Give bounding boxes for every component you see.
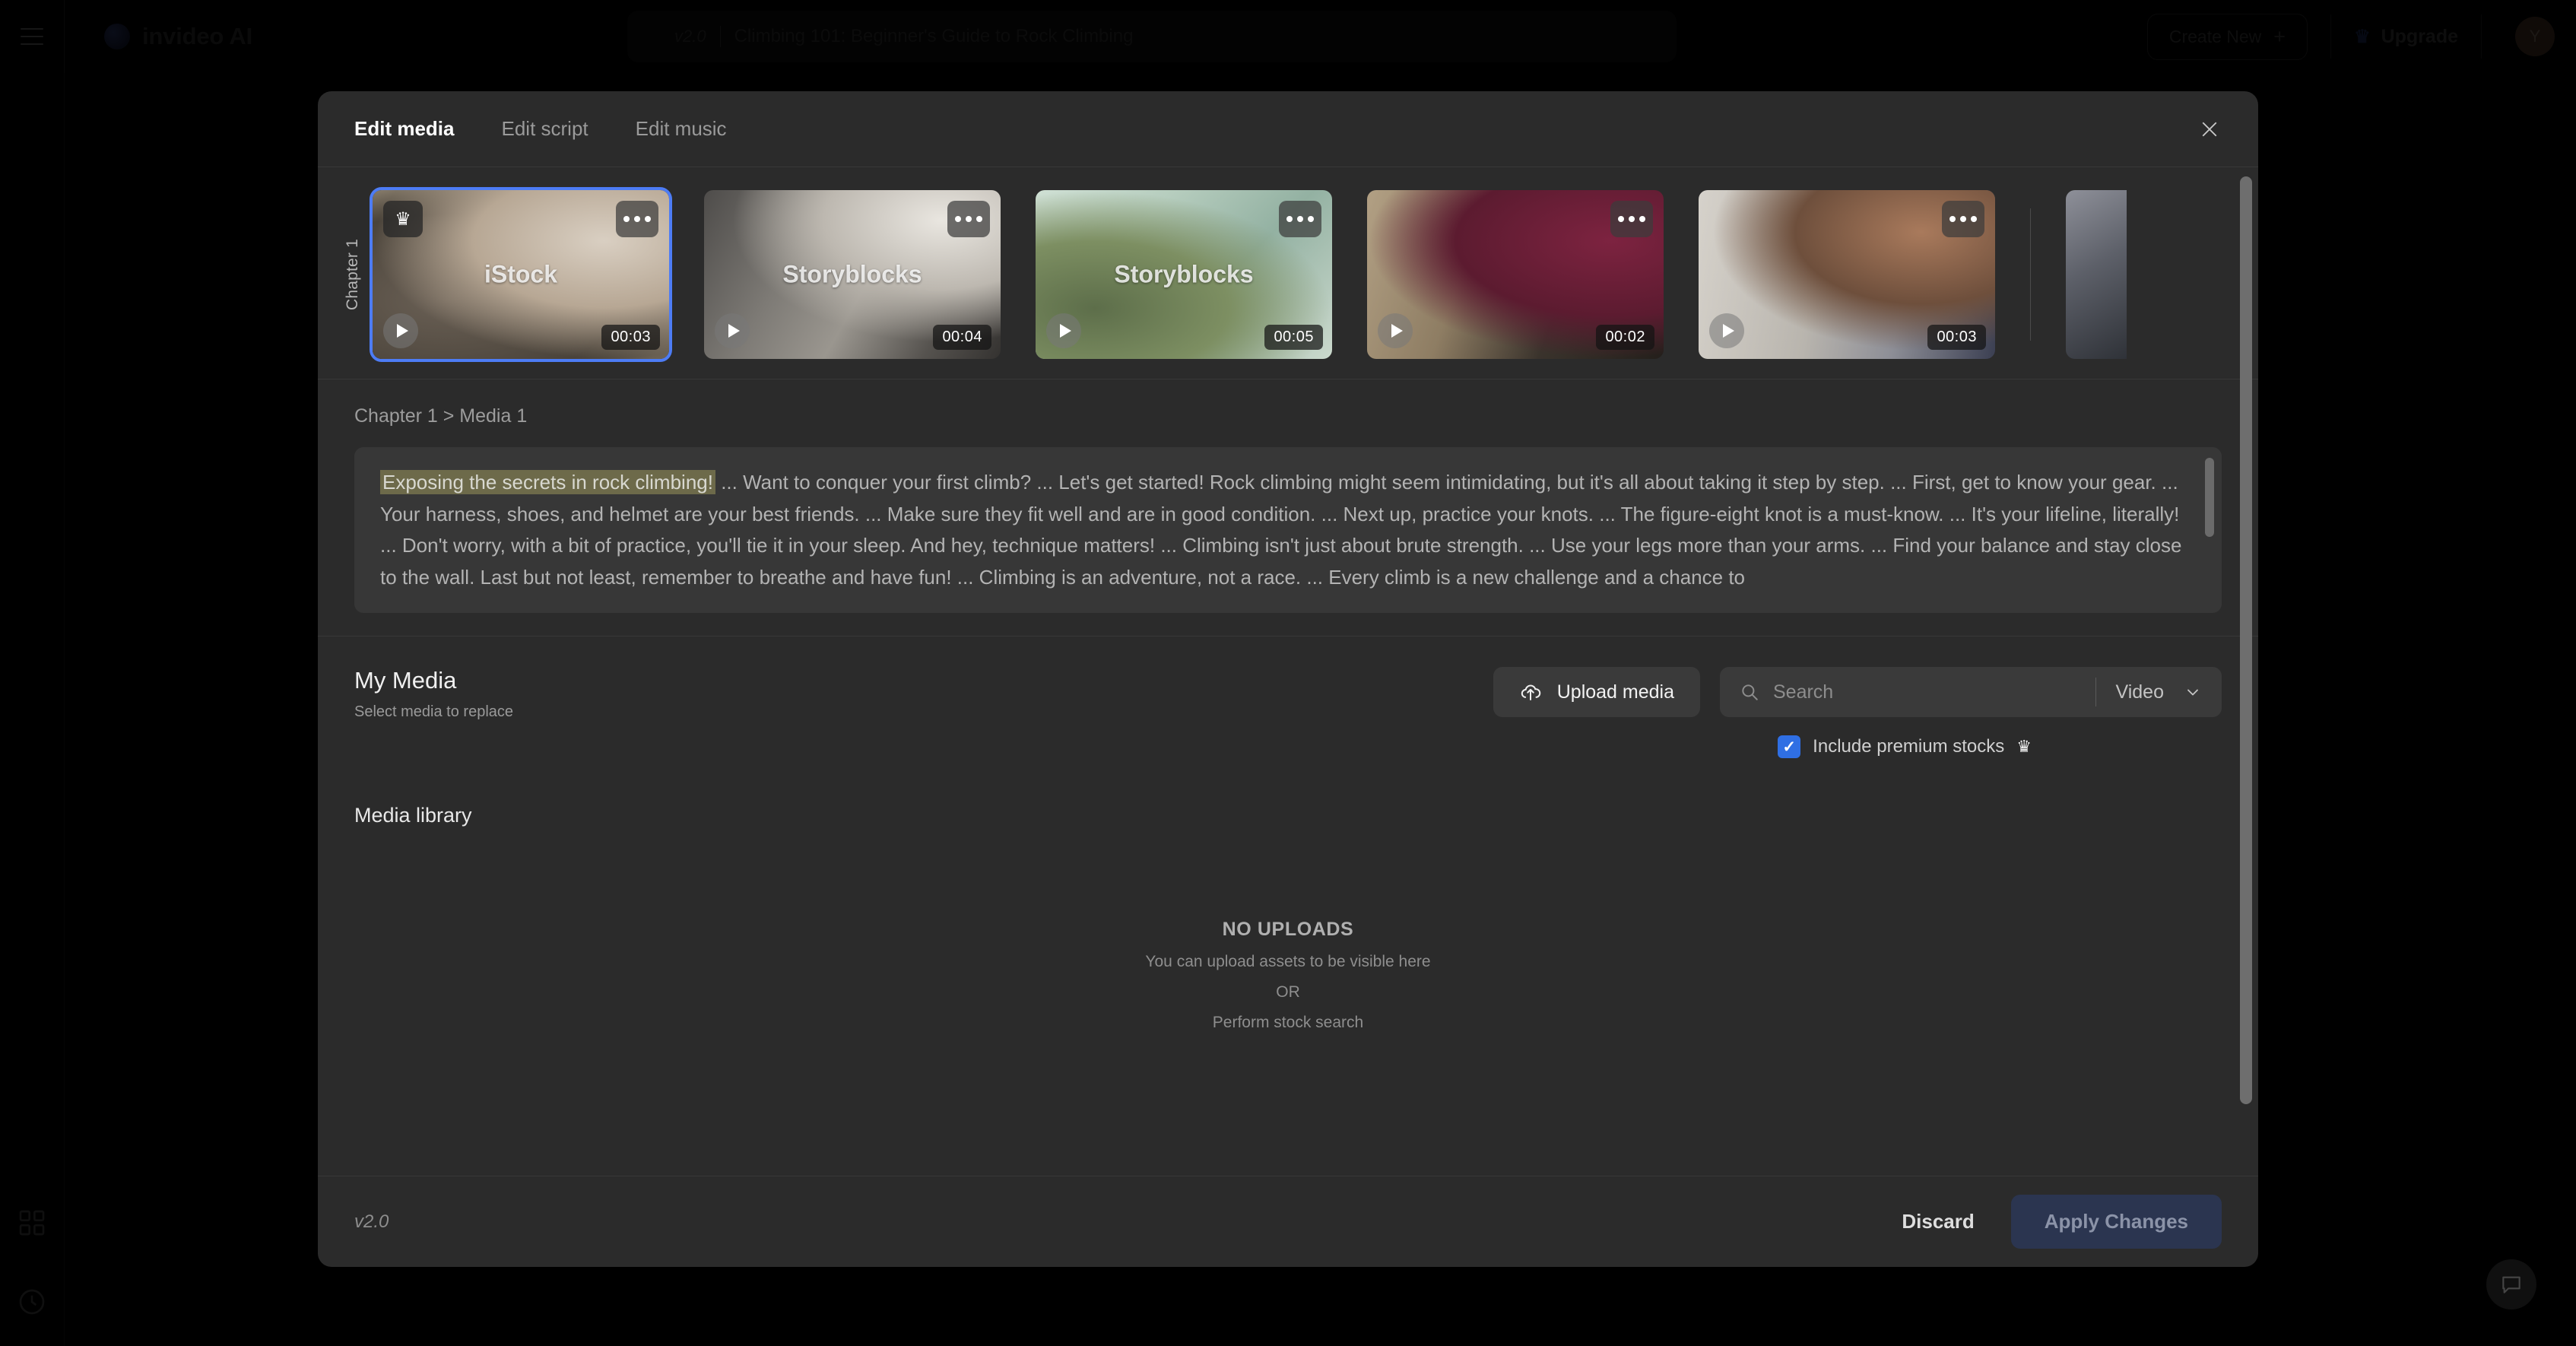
play-icon[interactable]	[715, 313, 750, 348]
tab-edit-media[interactable]: Edit media	[354, 117, 454, 141]
search-icon	[1742, 684, 1758, 700]
duration-badge: 00:05	[1264, 325, 1323, 350]
search-placeholder: Search	[1773, 681, 1834, 703]
empty-state: NO UPLOADS You can upload assets to be v…	[354, 919, 2222, 1032]
cloud-upload-icon	[1521, 684, 1540, 700]
close-icon	[2202, 122, 2217, 136]
media-thumbnail[interactable]: 00:03	[1699, 190, 1995, 359]
modal-header: Edit media Edit script Edit music	[318, 91, 2258, 167]
page-subtitle: Select media to replace	[354, 703, 514, 720]
media-controls-row: Upload media Search Video	[1493, 667, 2222, 717]
premium-checkbox[interactable]	[1778, 735, 1801, 758]
modal-footer: v2.0 Discard Apply Changes	[318, 1176, 2258, 1267]
modal-scroll-area: Chapter 1 ♛ iStock 00:03 Storyblocks 00:…	[318, 167, 2258, 1176]
search-bar: Search Video	[1720, 667, 2222, 717]
empty-state-title: NO UPLOADS	[1222, 919, 1354, 940]
thumbnail-image	[2066, 190, 2127, 359]
duration-badge: 00:03	[1927, 325, 1986, 350]
tab-edit-script[interactable]: Edit script	[501, 117, 588, 141]
more-options-icon[interactable]	[947, 201, 990, 237]
script-section: Chapter 1 > Media 1 Exposing the secrets…	[318, 379, 2258, 636]
premium-crown-icon: ♛	[383, 201, 423, 237]
chapter-label: Chapter 1	[344, 238, 361, 311]
modal-tabs: Edit media Edit script Edit music	[354, 117, 727, 141]
breadcrumb: Chapter 1 > Media 1	[354, 405, 528, 427]
my-media-titles: My Media Select media to replace	[354, 667, 513, 721]
watermark: iStock	[484, 260, 558, 288]
media-thumbnail[interactable]: Storyblocks 00:05	[1036, 190, 1332, 359]
my-media-header: My Media Select media to replace Upload …	[354, 667, 2222, 758]
footer-actions: Discard Apply Changes	[1902, 1195, 2222, 1249]
media-thumbnails: ♛ iStock 00:03 Storyblocks 00:04 Storybl…	[370, 187, 2127, 362]
discard-button[interactable]: Discard	[1902, 1210, 1974, 1233]
apply-changes-button[interactable]: Apply Changes	[2010, 1195, 2222, 1249]
media-thumbnail[interactable]: 00:02	[1367, 190, 1664, 359]
media-thumbnail[interactable]: Storyblocks 00:04	[704, 190, 1001, 359]
watermark: Storyblocks	[1114, 260, 1254, 288]
close-button[interactable]	[2194, 114, 2225, 144]
duration-badge: 00:03	[601, 325, 660, 350]
empty-state-or: OR	[1276, 983, 1300, 1001]
script-scrollbar[interactable]	[2205, 458, 2214, 537]
play-icon[interactable]	[1378, 313, 1413, 348]
play-icon[interactable]	[1709, 313, 1744, 348]
strip-divider	[2030, 208, 2031, 341]
play-icon[interactable]	[383, 313, 418, 348]
edit-media-modal: Edit media Edit script Edit music Chapte…	[318, 91, 2258, 1267]
media-library-title: Media library	[354, 804, 472, 827]
page-title: My Media	[354, 667, 457, 694]
crown-icon: ♛	[2016, 737, 2032, 756]
media-controls: Upload media Search Video ✓ Include prem…	[1493, 667, 2222, 758]
media-type-select[interactable]: Video	[2096, 681, 2222, 703]
duration-badge: 00:04	[933, 325, 991, 350]
more-options-icon[interactable]	[1942, 201, 1984, 237]
media-thumbnail[interactable]: ♛ iStock 00:03	[370, 187, 672, 362]
script-highlight: Exposing the secrets in rock climbing!	[380, 470, 715, 494]
more-options-icon[interactable]	[1610, 201, 1653, 237]
watermark: Storyblocks	[782, 260, 922, 288]
tab-edit-music[interactable]: Edit music	[636, 117, 727, 141]
modal-scrollbar[interactable]	[2240, 176, 2252, 1104]
media-strip-row: Chapter 1 ♛ iStock 00:03 Storyblocks 00:…	[318, 187, 2258, 362]
media-strip-section: Chapter 1 ♛ iStock 00:03 Storyblocks 00:…	[318, 167, 2258, 379]
duration-badge: 00:02	[1596, 325, 1654, 350]
more-options-icon[interactable]	[616, 201, 658, 237]
include-premium-stocks-row[interactable]: Include premium stocks ♛	[1778, 735, 2032, 758]
media-thumbnail-partial[interactable]	[2066, 190, 2127, 359]
chevron-down-icon	[2187, 689, 2198, 696]
script-text: Exposing the secrets in rock climbing! .…	[380, 467, 2196, 593]
empty-state-line-1: You can upload assets to be visible here	[1145, 953, 1431, 970]
empty-state-line-2: Perform stock search	[1212, 1014, 1364, 1031]
script-box[interactable]: Exposing the secrets in rock climbing! .…	[354, 447, 2222, 613]
upload-media-button[interactable]: Upload media	[1493, 667, 1700, 717]
footer-version: v2.0	[354, 1211, 389, 1232]
search-input[interactable]: Search	[1720, 681, 2095, 703]
my-media-section: My Media Select media to replace Upload …	[318, 636, 2258, 1032]
premium-checkbox-label: Include premium stocks	[1813, 736, 2005, 757]
more-options-icon[interactable]	[1279, 201, 1321, 237]
upload-media-label: Upload media	[1556, 681, 1674, 703]
media-type-value: Video	[2115, 681, 2165, 703]
play-icon[interactable]	[1046, 313, 1081, 348]
